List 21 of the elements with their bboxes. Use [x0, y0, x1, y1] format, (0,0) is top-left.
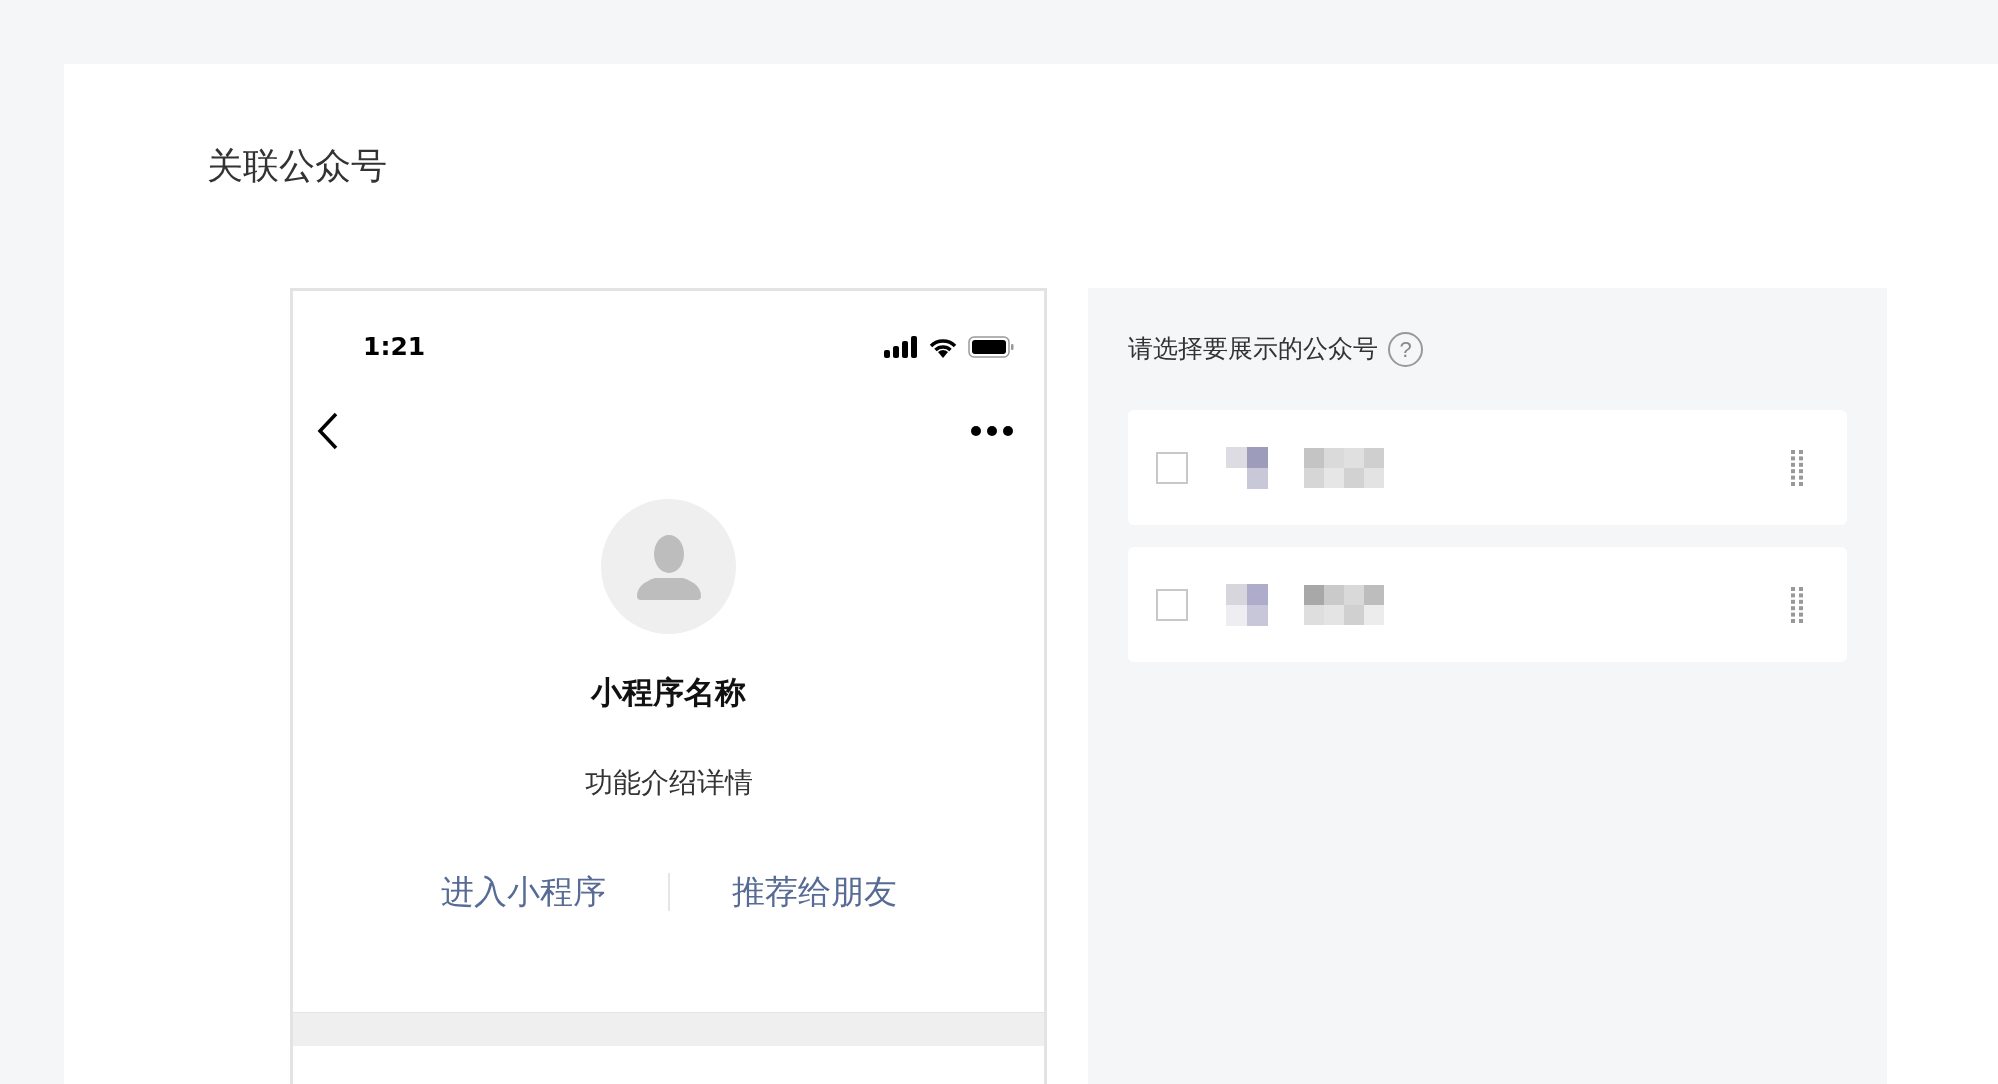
account-item[interactable] — [1128, 410, 1847, 525]
help-icon[interactable]: ? — [1388, 331, 1423, 367]
person-silhouette-icon — [634, 533, 703, 600]
drag-handle-icon[interactable] — [1791, 449, 1803, 486]
status-time: 1:21 — [363, 331, 426, 364]
page-title: 关联公众号 — [207, 146, 388, 186]
pixelated-avatar — [1226, 446, 1268, 489]
checkbox[interactable] — [1156, 588, 1188, 621]
signal-icon — [884, 336, 918, 358]
action-link[interactable]: 推荐给朋友 — [731, 870, 897, 914]
battery-icon — [968, 336, 1014, 358]
more-button[interactable] — [970, 425, 1014, 437]
pixelated-avatar — [1226, 583, 1268, 626]
account-item[interactable] — [1128, 547, 1847, 662]
drag-handle-icon[interactable] — [1791, 586, 1803, 623]
checkbox[interactable] — [1156, 451, 1188, 484]
action-link[interactable]: 进入小程序 — [440, 870, 606, 914]
wifi-icon — [928, 336, 958, 358]
app-name: 小程序名称 — [589, 673, 747, 712]
app-description: 功能介绍详情 — [583, 765, 754, 801]
picker-label: 请选择要展示的公众号 — [1128, 333, 1378, 366]
